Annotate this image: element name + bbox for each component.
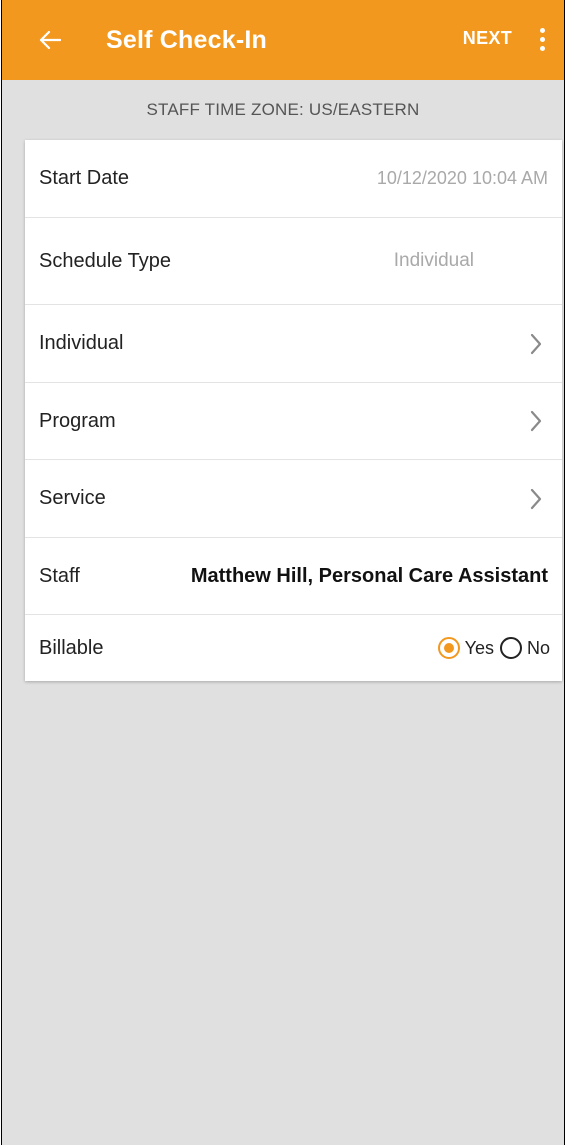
app-bar: Self Check-In NEXT: [2, 0, 564, 80]
schedule-type-label: Schedule Type: [39, 249, 171, 272]
screen: Self Check-In NEXT STAFF TIME ZONE: US/E…: [1, 0, 565, 1145]
next-button[interactable]: NEXT: [463, 28, 512, 49]
schedule-type-row: Schedule Type Individual: [25, 218, 562, 305]
check-in-form-card: Start Date 10/12/2020 10:04 AM Schedule …: [25, 140, 562, 681]
program-row[interactable]: Program: [25, 383, 562, 460]
individual-row[interactable]: Individual: [25, 305, 562, 383]
billable-label: Billable: [39, 636, 104, 659]
staff-label: Staff: [39, 564, 80, 587]
start-date-value: 10/12/2020 10:04 AM: [376, 168, 548, 188]
start-date-label: Start Date: [39, 167, 130, 189]
more-vertical-icon: [539, 27, 545, 33]
chevron-right-icon: [524, 409, 548, 433]
billable-radio-group: Yes No: [437, 637, 550, 659]
chevron-right-icon: [524, 332, 548, 356]
page-title: Self Check-In: [106, 25, 267, 54]
service-label: Service: [39, 487, 106, 509]
back-button[interactable]: [24, 14, 76, 66]
arrow-left-icon: [39, 30, 61, 50]
staff-value: Matthew Hill, Personal Care Assistant: [190, 564, 548, 587]
start-date-row[interactable]: Start Date 10/12/2020 10:04 AM: [25, 140, 562, 218]
staff-row: Staff Matthew Hill, Personal Care Assist…: [25, 538, 562, 615]
billable-row: Billable Yes No: [25, 615, 562, 681]
more-options-button[interactable]: [528, 22, 556, 56]
individual-label: Individual: [39, 332, 124, 354]
billable-yes-radio[interactable]: Yes: [437, 637, 494, 659]
schedule-type-value: Individual: [393, 250, 474, 271]
timezone-banner: STAFF TIME ZONE: US/EASTERN: [146, 100, 420, 119]
radio-selected-icon: [437, 637, 460, 659]
program-label: Program: [39, 409, 116, 432]
billable-no-label: No: [526, 637, 550, 658]
service-row[interactable]: Service: [25, 460, 562, 538]
radio-unselected-icon: [499, 637, 522, 659]
chevron-right-icon: [524, 487, 548, 511]
billable-yes-label: Yes: [464, 637, 494, 658]
billable-no-radio[interactable]: No: [499, 637, 550, 659]
